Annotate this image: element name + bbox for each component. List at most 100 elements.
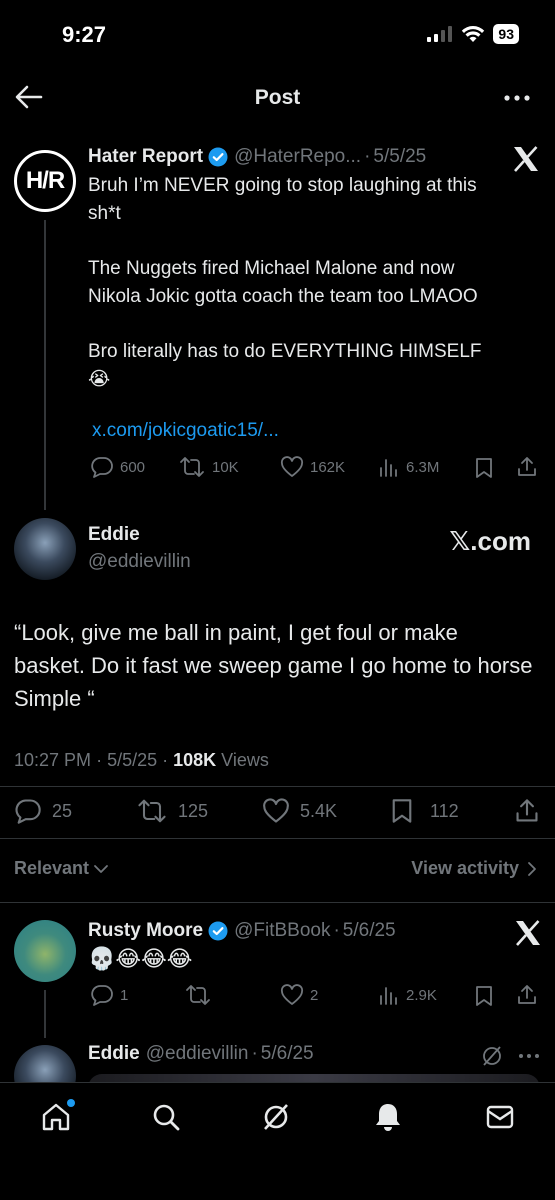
hater-report-avatar[interactable]: H/R: [14, 150, 76, 212]
wifi-icon: [462, 26, 485, 42]
status-icons: 93: [427, 24, 519, 44]
chevron-down-icon: [94, 864, 108, 873]
views-icon: [380, 459, 397, 477]
sort-dropdown[interactable]: Relevant: [14, 858, 109, 879]
nav-home[interactable]: [40, 1099, 75, 1133]
view-activity-link[interactable]: View activity: [411, 858, 537, 879]
repost-action[interactable]: [184, 984, 212, 1006]
share-icon[interactable]: [516, 456, 538, 478]
post-date: 5/5/25: [107, 750, 158, 770]
share-icon[interactable]: [516, 984, 538, 1006]
eddie-avatar[interactable]: [14, 518, 76, 580]
quoted-post-text-2: The Nuggets fired Michael Malone and now…: [88, 255, 538, 311]
author-name[interactable]: Rusty Moore: [88, 920, 203, 942]
views-count: 108K: [173, 750, 217, 770]
main-bookmark-action[interactable]: 112: [390, 798, 459, 824]
quoted-post-text-3: Bro literally has to do EVERYTHING HIMSE…: [88, 338, 538, 394]
main-author-name[interactable]: Eddie: [88, 524, 140, 546]
x-logo-icon: [514, 146, 538, 172]
divider: [0, 902, 555, 903]
views-action[interactable]: 2.9K: [378, 984, 437, 1006]
bookmark-icon[interactable]: [474, 985, 494, 1007]
mail-icon: [486, 1105, 514, 1129]
post-time: 10:27 PM: [14, 750, 92, 770]
repost-icon: [138, 799, 166, 823]
heart-icon: [280, 984, 304, 1005]
author-name[interactable]: Eddie: [88, 1043, 140, 1065]
view-activity-label: View activity: [411, 858, 519, 878]
text-line: 😭: [88, 369, 111, 390]
nav-search[interactable]: [150, 1101, 182, 1133]
main-repost-action[interactable]: 125: [136, 798, 208, 824]
text-line: Bro literally has to do EVERYTHING HIMSE…: [88, 341, 482, 362]
reply-icon: [91, 985, 113, 1006]
main-author-handle[interactable]: @eddievillin: [88, 551, 191, 573]
repost-count: 10K: [212, 458, 239, 476]
repost-icon: [186, 985, 210, 1005]
author-handle[interactable]: @eddievillin: [146, 1043, 249, 1065]
separator-dot: ·: [364, 146, 371, 167]
reply-action[interactable]: 1: [90, 984, 128, 1006]
repost-action[interactable]: 10K: [178, 456, 239, 478]
separator-dot: ·: [251, 1043, 258, 1064]
signal-icon: [427, 26, 453, 42]
verified-badge-icon: [208, 921, 228, 941]
grok-icon[interactable]: [480, 1044, 504, 1068]
avatar-text: H/R: [25, 167, 65, 194]
chevron-right-icon: [528, 861, 536, 876]
main-reply-action[interactable]: 25: [14, 798, 72, 824]
thread-line: [44, 990, 46, 1038]
status-time: 9:27: [62, 22, 107, 47]
views-action[interactable]: 6.3M: [378, 456, 439, 478]
heart-icon: [280, 456, 304, 477]
reply-icon: [91, 457, 113, 478]
bottom-nav: [0, 1082, 555, 1200]
like-count: 2: [310, 986, 319, 1004]
reply-text: 💀😂😂😂: [88, 946, 193, 971]
more-options-icon[interactable]: [503, 86, 531, 110]
bookmark-icon: [392, 799, 412, 823]
bookmark-icon[interactable]: [474, 457, 494, 479]
nav-grok[interactable]: [260, 1101, 292, 1133]
nav-messages[interactable]: [484, 1101, 516, 1133]
like-count: 162K: [310, 458, 346, 476]
bell-icon: [376, 1104, 400, 1131]
main-post-text: “Look, give me ball in paint, I get foul…: [14, 620, 533, 711]
more-options-icon[interactable]: [518, 1052, 540, 1060]
heart-icon: [263, 798, 289, 823]
x-logo-icon: [516, 920, 540, 946]
notification-dot: [67, 1099, 75, 1107]
reply-count: 1: [120, 986, 129, 1004]
text-line: The Nuggets fired Michael Malone and now: [88, 258, 455, 279]
thread-line: [44, 220, 46, 510]
divider: [0, 838, 555, 839]
reply-count: 600: [120, 458, 146, 476]
rusty-moore-avatar[interactable]: [14, 920, 76, 982]
views-count: 6.3M: [406, 458, 440, 476]
grok-icon: [264, 1104, 288, 1130]
search-icon: [153, 1104, 180, 1131]
quoted-post-link[interactable]: x.com/jokicgoatic15/...: [92, 420, 279, 442]
repost-count: 125: [178, 800, 209, 821]
reply-action[interactable]: 600: [90, 456, 145, 478]
post-meta: 10:27 PM · 5/5/25 · 108K Views: [14, 750, 269, 770]
main-like-action[interactable]: 5.4K: [262, 798, 337, 824]
views-count: 2.9K: [406, 986, 437, 1004]
like-action[interactable]: 2: [280, 984, 318, 1006]
author-handle[interactable]: @HaterRepo...: [234, 146, 361, 168]
like-count: 5.4K: [300, 800, 338, 821]
bookmark-count: 112: [430, 800, 459, 821]
post-date: 5/6/25: [342, 920, 396, 941]
share-icon[interactable]: [514, 798, 540, 824]
nav-notifications[interactable]: [372, 1101, 404, 1133]
divider: [0, 786, 555, 787]
post-date: 5/6/25: [260, 1043, 314, 1064]
text-line: sh*t: [88, 203, 121, 224]
author-handle[interactable]: @FitBBook: [234, 920, 330, 942]
sort-label: Relevant: [14, 858, 90, 878]
page-title: Post: [254, 86, 301, 109]
text-line: Bruh I’m NEVER going to stop laughing at…: [88, 175, 477, 196]
author-name[interactable]: Hater Report: [88, 146, 203, 168]
repost-icon: [180, 457, 204, 477]
like-action[interactable]: 162K: [280, 456, 345, 478]
